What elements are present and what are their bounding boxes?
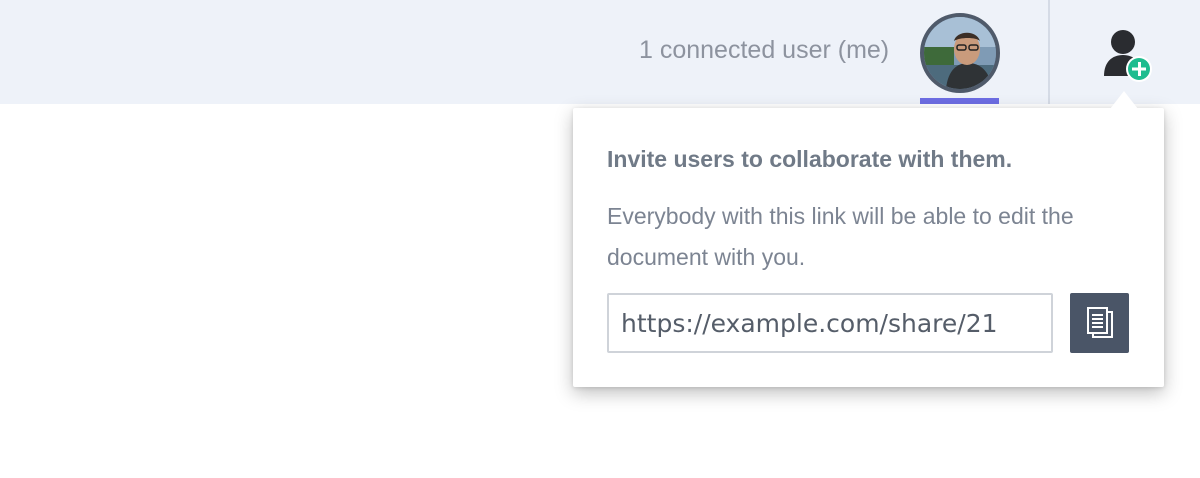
add-user-icon bbox=[1104, 30, 1152, 82]
invite-user-button[interactable] bbox=[1096, 24, 1156, 88]
active-user-indicator bbox=[920, 98, 999, 104]
user-avatar[interactable] bbox=[920, 13, 1000, 105]
top-bar: 1 connected user (me) bbox=[0, 0, 1200, 104]
popover-description: Everybody with this link will be able to… bbox=[607, 203, 1074, 270]
copy-link-button[interactable] bbox=[1070, 293, 1129, 353]
share-link-input[interactable] bbox=[607, 293, 1053, 353]
share-popover: Invite users to collaborate with them. E… bbox=[573, 108, 1164, 387]
popover-arrow bbox=[1110, 91, 1138, 109]
connected-users-text: 1 connected user (me) bbox=[639, 36, 890, 64]
avatar-photo-icon bbox=[920, 13, 1000, 93]
popover-title: Invite users to collaborate with them. bbox=[607, 146, 1013, 172]
copy-document-icon bbox=[1086, 307, 1113, 338]
header-divider bbox=[1048, 0, 1050, 104]
